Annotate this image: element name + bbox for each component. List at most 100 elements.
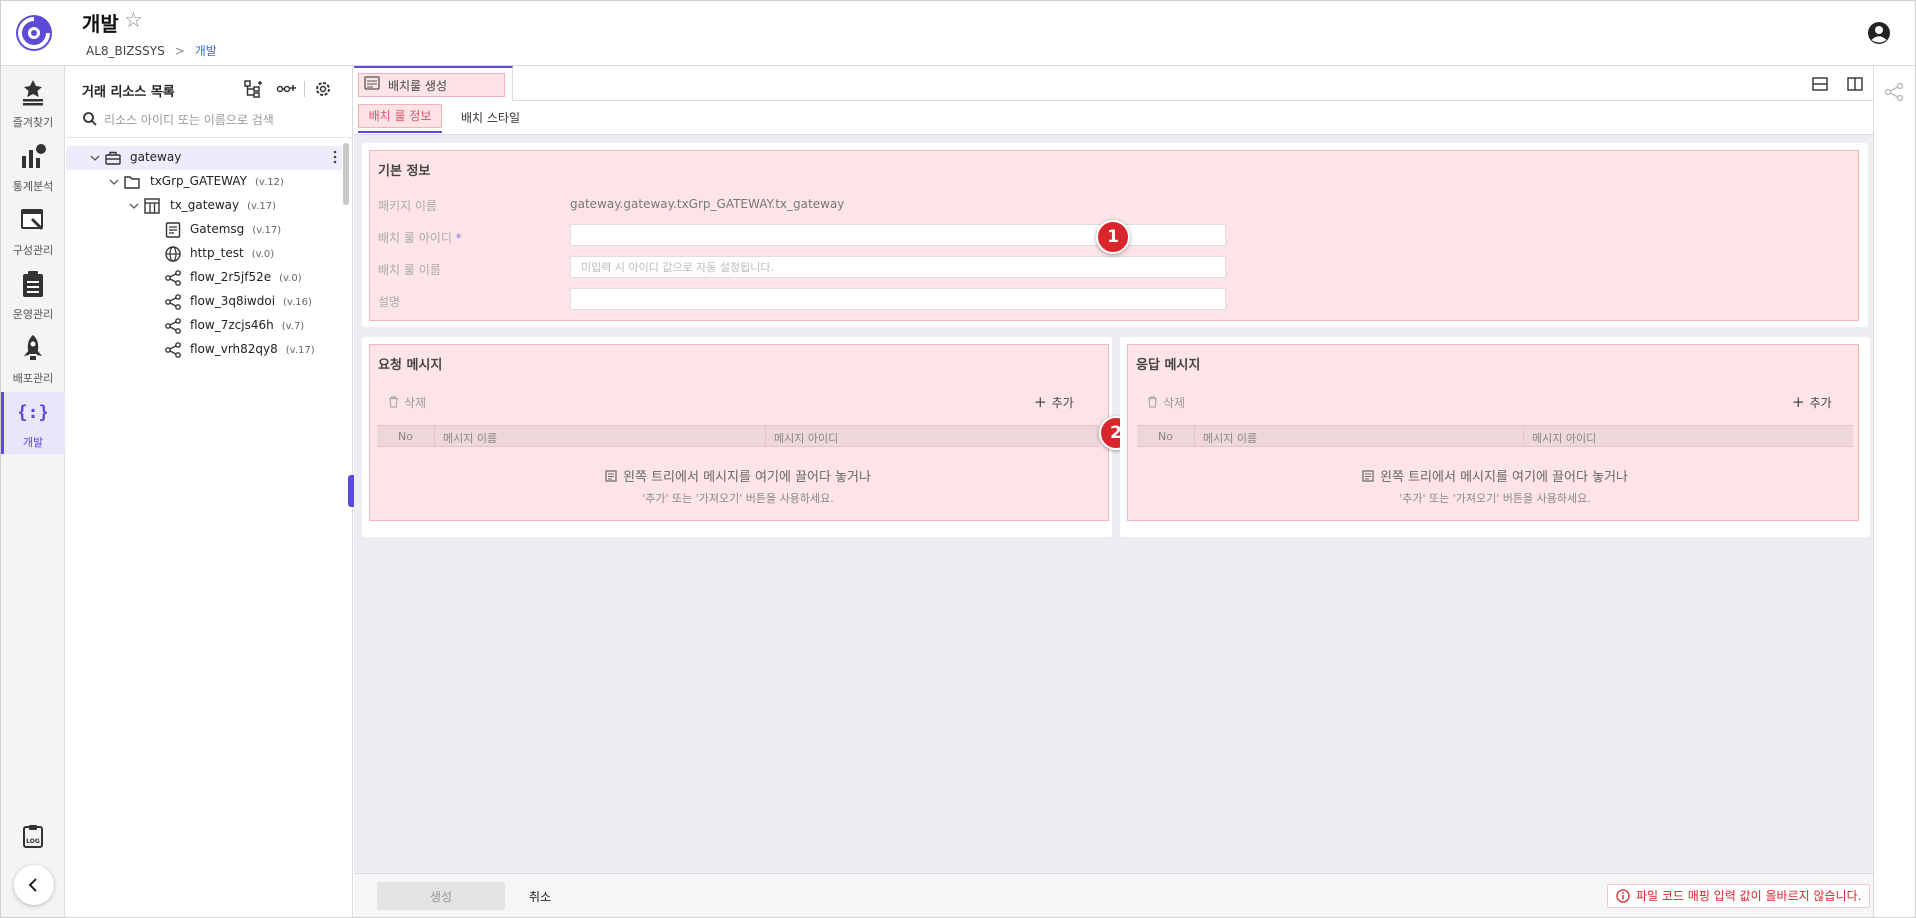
flow-icon [165,318,181,334]
nav-item-operations[interactable]: 운영관리 [1,264,65,326]
column-header: 메시지 아이디 [1532,432,1597,445]
trash-icon [389,396,398,408]
tree-divider [66,137,353,138]
trash-icon [1148,396,1157,408]
resource-tree-panel [66,66,353,918]
nav-item-favorites[interactable]: 즐겨찾기 [1,72,65,134]
request-table-header: No 메시지 이름 메시지 아이디 [377,425,1099,447]
config-window-icon [21,209,43,230]
chevron-down-icon[interactable] [89,152,101,164]
star-list-icon [23,80,43,106]
user-account-icon[interactable] [1866,20,1892,46]
create-button[interactable]: 생성 [377,882,505,910]
nav-item-config[interactable]: 구성관리 [1,200,65,262]
table-icon [144,198,160,214]
doc-tab-label: 배치룰 생성 [388,79,448,93]
search-icon [83,112,97,126]
tree-node-version: (v.16) [283,297,312,308]
active-tab-indicator [358,131,442,133]
tree-node-label: flow_2r5jf52e [190,270,272,284]
app-logo[interactable] [14,13,54,53]
breadcrumb-item-current[interactable]: 개발 [195,44,217,58]
batch-rule-icon [364,76,380,90]
nav-item-development[interactable]: {:} 개발 [1,392,65,454]
column-divider [1523,426,1524,446]
rule-name-label: 배치 룰 이름 [378,263,441,277]
request-add-button[interactable]: + 추가 [1034,393,1074,411]
chevron-down-icon[interactable] [108,176,120,188]
package-name-value: gateway.gateway.txGrp_GATEWAY.tx_gateway [570,197,845,211]
cancel-button[interactable]: 취소 [520,882,560,910]
tree-node-version: (v.0) [251,249,275,260]
collapse-nav-button[interactable] [14,865,54,905]
svg-text:{:}: {:} [19,402,47,423]
request-empty-message: 왼쪽 트리에서 메시지를 여기에 끌어다 놓거나 [377,466,1099,485]
code-braces-icon: {:} [19,402,47,423]
tree-node-label: flow_vrh82qy8 [190,342,278,356]
response-empty-message: 왼쪽 트리에서 메시지를 여기에 끌어다 놓거나 [1137,466,1853,485]
page-title: 개발 [82,12,119,36]
message-icon [165,222,181,238]
response-add-button[interactable]: + 추가 [1792,393,1832,411]
response-delete-button[interactable]: 삭제 [1147,394,1185,411]
chevron-down-icon[interactable] [128,200,140,212]
tree-node-version: (v.17) [285,345,315,356]
resource-search-input[interactable] [104,110,344,130]
annotation-badge-1: 1 [1096,220,1130,254]
response-empty-hint: '추가' 또는 '가져오기' 버튼을 사용하세요. [1399,492,1591,505]
nav-label: 구성관리 [12,244,54,257]
tree-structure-icon[interactable] [243,79,263,99]
column-divider [765,426,766,446]
nav-item-statistics[interactable]: 통계분석 [1,136,65,198]
rule-id-label: 배치 룰 아이디 * [378,231,462,245]
column-divider [434,426,435,446]
breadcrumb-separator: > [174,44,185,58]
tree-scrollbar[interactable] [343,143,349,205]
split-horizontal-icon[interactable] [1811,75,1829,93]
bar-chart-icon [22,144,46,168]
settings-gear-icon[interactable] [313,79,333,99]
rule-name-input[interactable] [570,256,1226,278]
description-input[interactable] [570,288,1226,310]
request-delete-button[interactable]: 삭제 [388,394,426,411]
tree-node-gateway[interactable]: gateway [66,146,342,170]
plus-icon: + [1792,393,1805,411]
column-header: No [1158,430,1173,443]
tree-node-version: (v.0) [279,273,302,284]
chevron-left-icon [28,878,37,892]
split-vertical-icon[interactable] [1846,75,1864,93]
tree-node-label: flow_3q8iwdoi [190,294,276,308]
globe-icon [165,246,181,262]
tree-node-label: txGrp_GATEWAY [150,174,247,188]
tree-title: 거래 리소스 목록 [82,85,175,100]
add-node-icon[interactable] [276,79,296,99]
tree-node-version: (v.17) [247,201,276,212]
column-header: 메시지 아이디 [774,432,839,445]
rocket-icon [24,335,42,360]
main-nav: 즐겨찾기 통계분석 구성관리 운영관리 배포관리 {:} 개발 [1,66,65,917]
tab-batch-style[interactable]: 배치 스타일 [461,109,520,126]
column-header: No [398,430,413,443]
toolbox-icon [105,151,121,165]
section-title-request: 요청 메시지 [378,358,443,373]
column-header: 메시지 이름 [443,432,498,445]
request-empty-hint: '추가' 또는 '가져오기' 버튼을 사용하세요. [642,492,834,505]
favorite-star-icon[interactable]: ☆ [124,8,143,32]
tab-batch-rule-info[interactable]: 배치 룰 정보 [358,104,442,128]
package-name-label: 패키지 이름 [378,199,438,213]
more-options-icon[interactable] [332,148,338,166]
log-icon[interactable]: LOG [21,824,45,848]
breadcrumb: AL8_BIZSSYS > 개발 [86,42,217,59]
folder-icon [124,176,140,189]
error-info-icon [1616,889,1630,903]
column-divider [1194,426,1195,446]
tree-node-version: (v.12) [254,177,284,188]
nav-item-deploy[interactable]: 배포관리 [1,328,65,390]
plus-icon: + [1034,393,1047,411]
right-side-panel [1873,66,1915,917]
flow-diagram-icon[interactable] [1884,82,1904,102]
flow-icon [165,294,181,310]
breadcrumb-item-root[interactable]: AL8_BIZSSYS [86,44,165,58]
section-title-response: 응답 메시지 [1136,358,1201,373]
tree-node-version: (v.17) [252,225,282,236]
